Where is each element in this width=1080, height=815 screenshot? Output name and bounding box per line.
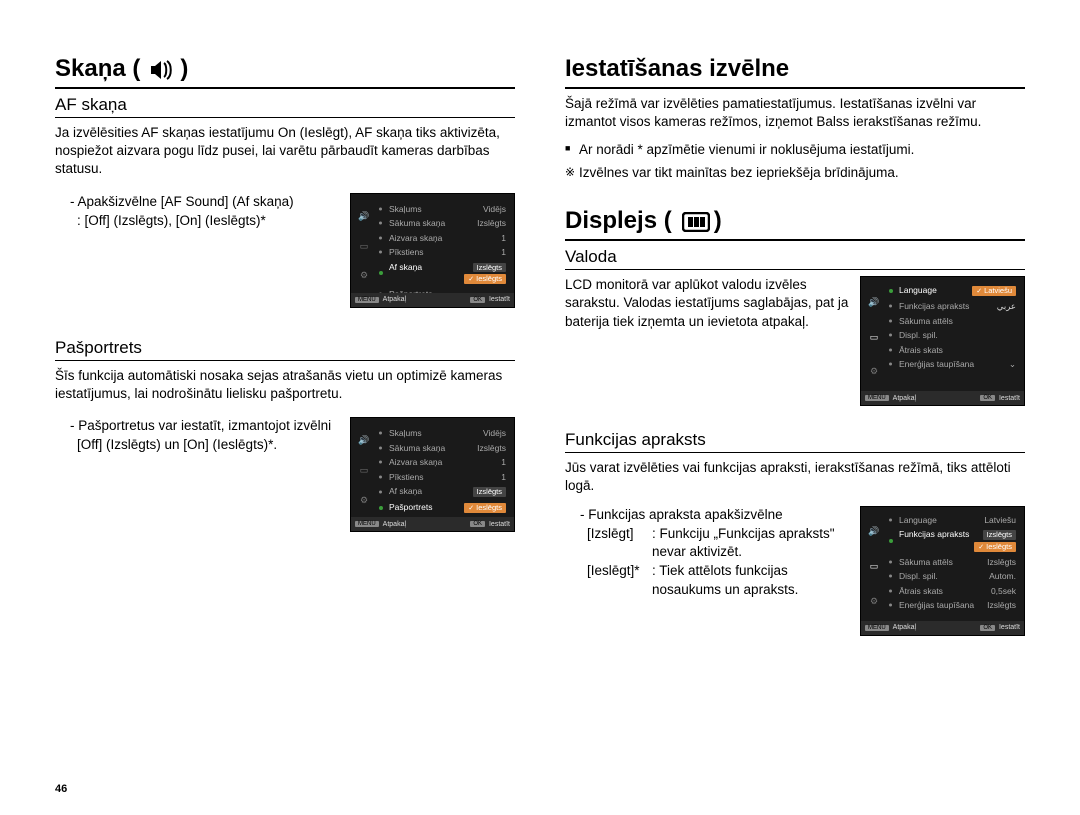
- settings-side-icon: ⚙: [870, 597, 878, 606]
- sound-side-icon: 🔊: [868, 298, 879, 307]
- function-desc-text: Jūs varat izvēlēties vai funkcijas aprak…: [565, 459, 1025, 495]
- lcd-preview-function-desc: 🔊 ▭ ⚙ LanguageLatviešu Funkcijas aprakst…: [860, 506, 1025, 636]
- chevron-down-icon: ⌄: [1009, 360, 1016, 369]
- function-desc-submenu: - Funkcijas apraksta apakšizvēlne [Izslē…: [565, 506, 850, 600]
- left-column: Skaņa ( ) AF skaņa Ja izvēlēsities AF sk…: [55, 55, 515, 636]
- section-title-display: Displejs ( ): [565, 207, 1025, 241]
- sound-side-icon: 🔊: [868, 527, 879, 536]
- settings-note-2: Izvēlnes var tikt mainītas bez iepriekšē…: [565, 164, 1025, 183]
- af-sound-text: Ja izvēlēsities AF skaņas iestatījumu On…: [55, 124, 515, 179]
- self-portrait-submenu-text: - Pašportretus var iestatīt, izmantojot …: [55, 417, 340, 455]
- af-sound-submenu-text: - Apakšizvēlne [AF Sound] (Af skaņa) : […: [55, 193, 340, 231]
- sound-side-icon: 🔊: [358, 436, 369, 445]
- subheading-function-desc: Funkcijas apraksts: [565, 430, 1025, 453]
- settings-note-1: Ar norādi * apzīmētie vienumi ir noklusē…: [565, 141, 1025, 160]
- self-portrait-text: Šīs funkcija automātiski nosaka sejas at…: [55, 367, 515, 403]
- display-side-icon: ▭: [360, 242, 369, 251]
- title-sound-pre: Skaņa (: [55, 55, 140, 83]
- title-sound-post: ): [180, 55, 188, 83]
- display-side-icon: ▭: [360, 466, 369, 475]
- speaker-icon: [150, 55, 176, 83]
- right-column: Iestatīšanas izvēlne Šajā režīmā var izv…: [565, 55, 1025, 636]
- display-icon: [682, 207, 710, 235]
- lcd-preview-self-portrait: 🔊 ▭ ⚙ SkaļumsVidējs Sākuma skaņaIzslēgts…: [350, 417, 515, 532]
- lcd-preview-af-sound: 🔊 ▭ ⚙ SkaļumsVidējs Sākuma skaņaIzslēgts…: [350, 193, 515, 308]
- language-text: LCD monitorā var aplūkot valodu izvēles …: [565, 276, 850, 331]
- sound-side-icon: 🔊: [358, 212, 369, 221]
- settings-text: Šajā režīmā var izvēlēties pamatiestatīj…: [565, 95, 1025, 131]
- lcd-preview-language: 🔊 ▭ ⚙ Language Latviešu Funkcijas apraks…: [860, 276, 1025, 406]
- subheading-af-sound: AF skaņa: [55, 95, 515, 118]
- display-side-icon: ▭: [870, 333, 879, 342]
- page-number: 46: [55, 783, 67, 795]
- subheading-self-portrait: Pašportrets: [55, 338, 515, 361]
- display-side-icon: ▭: [870, 562, 879, 571]
- settings-side-icon: ⚙: [360, 271, 368, 280]
- section-title-sound: Skaņa ( ): [55, 55, 515, 89]
- settings-side-icon: ⚙: [360, 496, 368, 505]
- section-title-settings: Iestatīšanas izvēlne: [565, 55, 1025, 89]
- subheading-language: Valoda: [565, 247, 1025, 270]
- settings-side-icon: ⚙: [870, 367, 878, 376]
